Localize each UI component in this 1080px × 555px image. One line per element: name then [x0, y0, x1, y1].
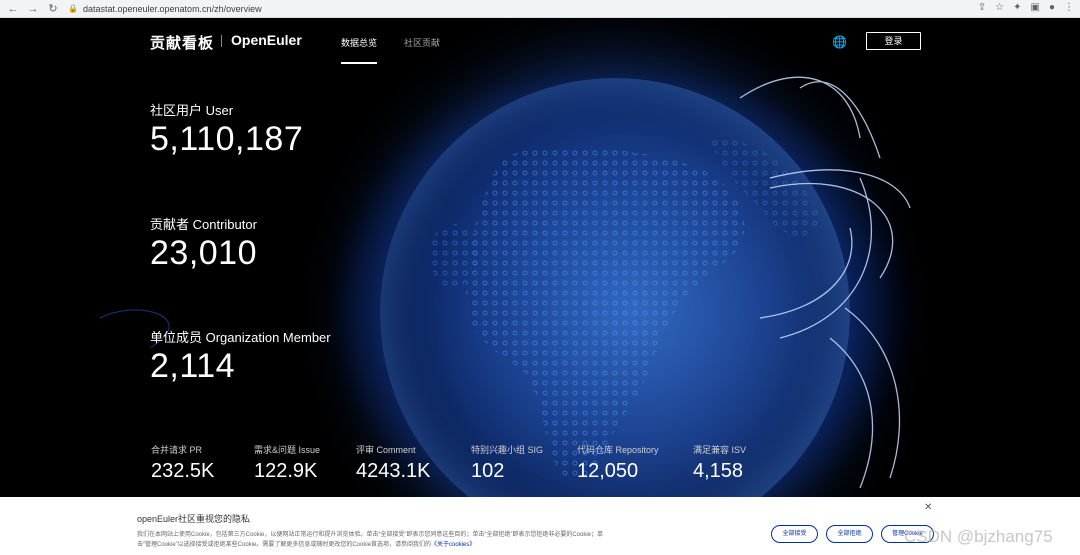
watermark: CSDN @bjzhang75 — [904, 527, 1053, 546]
language-globe-icon[interactable]: 🌐 — [832, 35, 847, 49]
issue-stat: 需求&问题 Issue 122.9K — [254, 443, 320, 483]
reload-icon[interactable]: ↻ — [46, 2, 60, 16]
login-button[interactable]: 登录 — [866, 32, 921, 50]
users-value: 5,110,187 — [150, 120, 304, 158]
brand-title[interactable]: 贡献看板 — [150, 32, 214, 53]
sidebar-icon[interactable]: ▣ — [1031, 2, 1040, 13]
contributors-value: 23,010 — [150, 234, 257, 272]
issue-value: 122.9K — [254, 460, 318, 482]
reject-all-button[interactable]: 全部拒绝 — [826, 525, 873, 543]
close-icon[interactable]: ✕ — [924, 502, 932, 513]
brand-logo-text[interactable]: OpenEuler — [231, 32, 302, 48]
users-label: 社区用户 User — [150, 103, 234, 118]
browser-actions: ⇪ ☆ ✦ ▣ ● ⋮ — [978, 2, 1074, 13]
pr-stat: 合并请求 PR 232.5K — [151, 443, 214, 483]
isv-value: 4,158 — [693, 460, 744, 482]
share-icon[interactable]: ⇪ — [978, 2, 986, 13]
cookie-description: 我们在本网站上使用Cookie，包括第三方Cookie，以便网站正常运行和提升浏… — [137, 532, 604, 548]
star-icon[interactable]: ☆ — [995, 2, 1004, 13]
repository-value: 12,050 — [577, 460, 639, 482]
forward-icon[interactable]: → — [26, 2, 40, 16]
org-members-value: 2,114 — [150, 347, 236, 385]
comment-label: 评审 Comment — [356, 445, 416, 455]
cookie-title: openEuler社区重视您的隐私 — [137, 514, 251, 524]
contributors-label: 贡献者 Contributor — [150, 217, 257, 232]
active-tab-indicator — [341, 62, 377, 64]
address-bar[interactable]: 🔒 datastat.openeuler.openatom.cn/zh/over… — [68, 2, 262, 16]
top-header: 贡献看板 OpenEuler 数据总览 社区贡献 🌐 登录 — [0, 18, 1080, 66]
repository-stat: 代码仓库 Repository 12,050 — [577, 443, 659, 483]
sig-label: 特别兴趣小组 SIG — [471, 445, 544, 455]
tab-overview[interactable]: 数据总览 — [341, 36, 377, 49]
brand-divider — [221, 35, 222, 47]
cookie-policy-link[interactable]: 《关于cookies》 — [431, 542, 475, 548]
sig-value: 102 — [471, 460, 505, 482]
repository-label: 代码仓库 Repository — [577, 445, 659, 455]
url-text: datastat.openeuler.openatom.cn/zh/overvi… — [82, 3, 262, 14]
dashboard-page: 贡献看板 OpenEuler 数据总览 社区贡献 🌐 登录 社区用户 User … — [0, 18, 1080, 555]
browser-toolbar: ← → ↻ 🔒 datastat.openeuler.openatom.cn/z… — [0, 0, 1080, 18]
issue-label: 需求&问题 Issue — [254, 445, 321, 455]
pr-value: 232.5K — [151, 460, 215, 482]
comment-value: 4243.1K — [356, 460, 431, 482]
menu-icon[interactable]: ⋮ — [1064, 2, 1074, 13]
extensions-icon[interactable]: ✦ — [1013, 2, 1021, 13]
comment-stat: 评审 Comment 4243.1K — [356, 443, 431, 483]
lock-icon: 🔒 — [68, 4, 78, 13]
isv-stat: 满足兼容 ISV 4,158 — [693, 443, 746, 483]
back-icon[interactable]: ← — [6, 2, 20, 16]
cookie-text: 我们在本网站上使用Cookie，包括第三方Cookie，以便网站正常运行和提升浏… — [137, 530, 617, 550]
profile-icon[interactable]: ● — [1049, 2, 1055, 13]
pr-label: 合并请求 PR — [151, 445, 203, 455]
accept-all-button[interactable]: 全部接受 — [771, 525, 818, 543]
sig-stat: 特别兴趣小组 SIG 102 — [471, 443, 543, 483]
tab-contribution[interactable]: 社区贡献 — [404, 36, 440, 49]
isv-label: 满足兼容 ISV — [693, 445, 747, 455]
org-members-label: 单位成员 Organization Member — [150, 330, 331, 345]
